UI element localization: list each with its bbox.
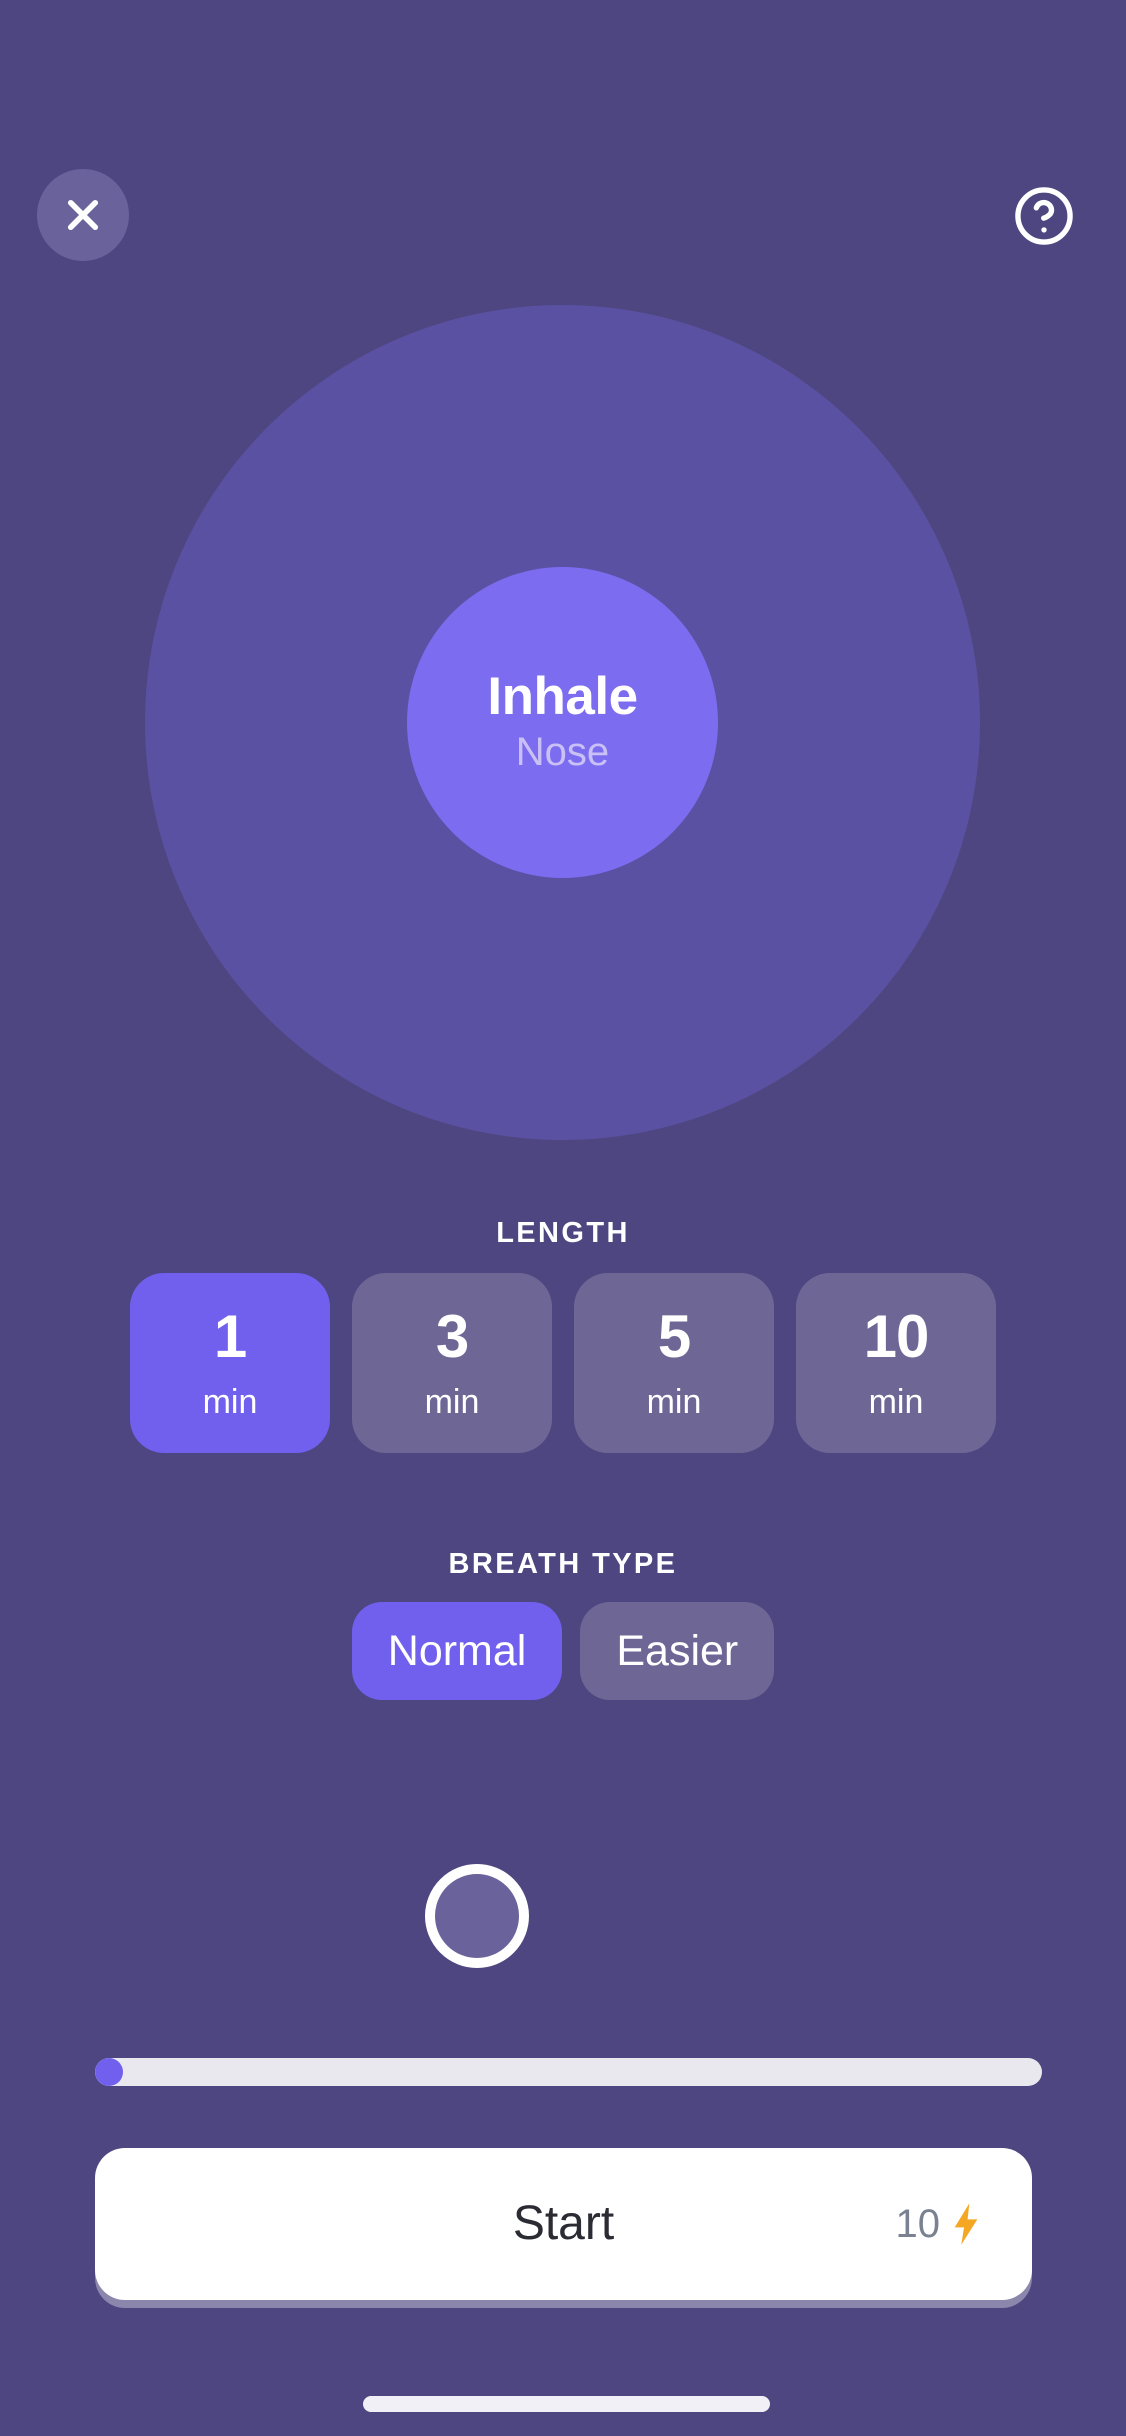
breath-type-section-label: BREATH TYPE (448, 1548, 678, 1580)
breath-type-options: Normal Easier (0, 1602, 1126, 1700)
length-option-value: 1 (213, 1303, 247, 1370)
start-button-label: Start (512, 2197, 615, 2250)
breath-type-option-easier[interactable]: Easier (580, 1602, 775, 1700)
breath-phase-label: Inhale (487, 666, 638, 726)
progress-bar-fill (95, 2058, 124, 2086)
length-option-5[interactable]: 5 min (574, 1273, 774, 1453)
length-option-10[interactable]: 10 min (796, 1273, 996, 1453)
length-option-1[interactable]: 1 min (130, 1273, 330, 1453)
home-indicator-bar (363, 2396, 770, 2412)
length-option-unit: min (868, 1383, 924, 1421)
breath-circle-inner: Inhale Nose (407, 567, 718, 878)
breath-type-option-normal[interactable]: Normal (351, 1602, 563, 1700)
breathing-exercise-screen: Inhale Nose LENGTH 1 min 3 min 5 min 10 … (0, 0, 1126, 2436)
lightning-bolt-icon (950, 2202, 982, 2246)
start-button-meta: 10 (896, 2202, 983, 2246)
circle-outline-icon[interactable] (425, 1864, 529, 1968)
breath-type-option-label: Easier (616, 1626, 739, 1675)
length-options: 1 min 3 min 5 min 10 min (0, 1273, 1126, 1453)
length-option-value: 10 (863, 1303, 930, 1370)
breathing-visual: Inhale Nose (0, 0, 1126, 1180)
length-option-3[interactable]: 3 min (352, 1273, 552, 1453)
length-option-value: 3 (435, 1303, 469, 1370)
length-option-unit: min (202, 1383, 258, 1421)
breath-method-label: Nose (515, 730, 610, 775)
breath-type-option-label: Normal (387, 1626, 527, 1675)
length-section-label: LENGTH (496, 1217, 630, 1249)
length-option-unit: min (424, 1383, 480, 1421)
progress-bar[interactable] (95, 2058, 1042, 2086)
start-button[interactable]: Start 10 (95, 2148, 1032, 2300)
energy-count: 10 (895, 2202, 941, 2246)
length-option-value: 5 (657, 1303, 691, 1370)
length-option-unit: min (646, 1383, 702, 1421)
